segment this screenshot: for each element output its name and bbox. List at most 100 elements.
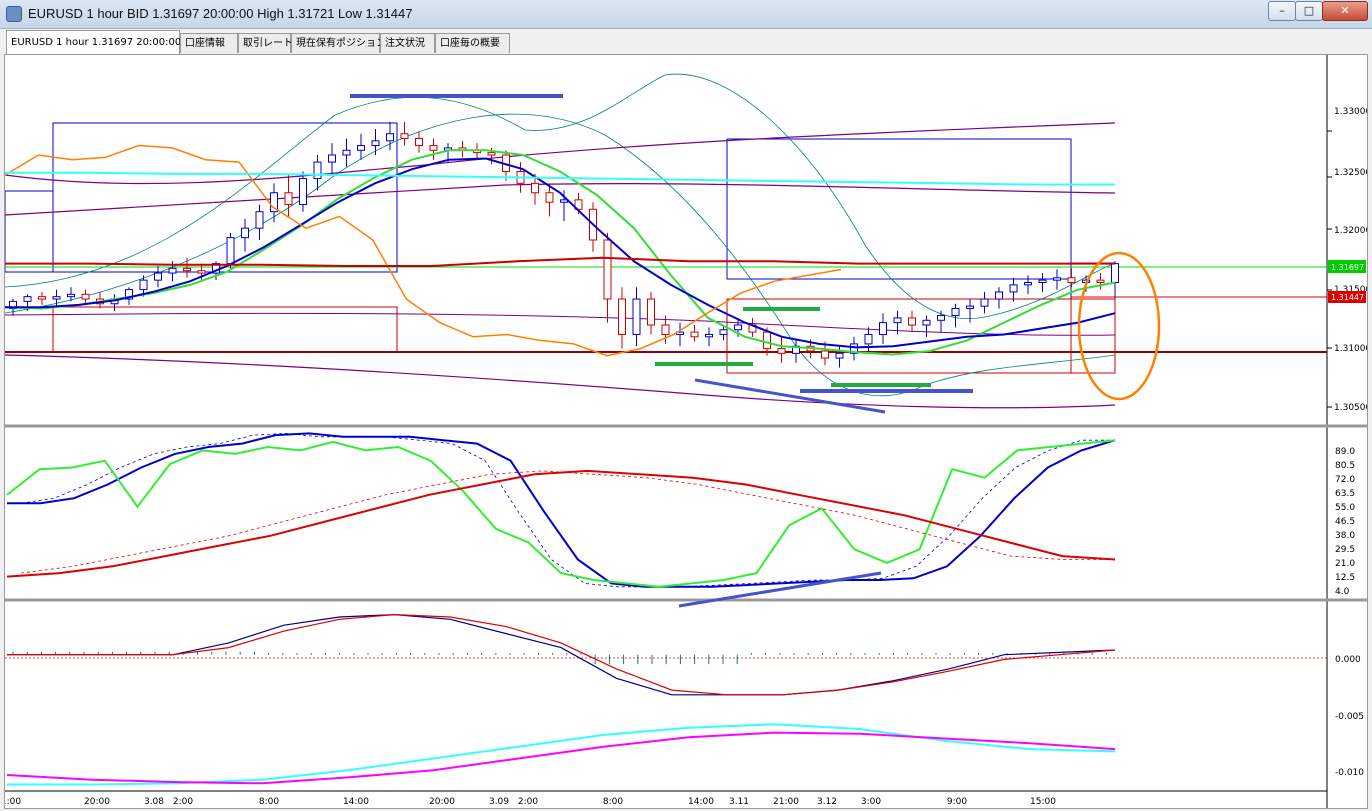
candle-body (400, 133, 409, 139)
stoch-main-line (7, 432, 1116, 588)
candle-body (52, 296, 61, 300)
time-tick-label: 15:00 (1030, 797, 1056, 807)
time-tick-label: 3.12 (817, 797, 837, 807)
candle-body (415, 137, 423, 147)
stoch-tick-label: 12.5 (1335, 573, 1355, 583)
candle-body (835, 352, 844, 359)
candle-body (908, 317, 916, 326)
candle-body (618, 298, 626, 335)
drawn-rect-blue-3[interactable] (726, 138, 1072, 280)
candle-body (1053, 277, 1061, 281)
stoch-red-line (6, 469, 1116, 578)
tab-account-info[interactable]: 口座情報 (180, 33, 238, 53)
candle-body (487, 152, 496, 156)
tab-chart[interactable]: EURUSD 1 hour 1.31697 20:00:00 (6, 30, 181, 54)
time-tick-label: 14:00 (688, 797, 714, 807)
envelope-bottom-line (5, 354, 1116, 409)
ma-blue-line (5, 157, 1116, 349)
candle-body (38, 296, 46, 300)
bollinger-upper-curve (5, 73, 1116, 320)
app-icon (6, 6, 22, 22)
candle-body (893, 317, 902, 324)
time-tick-label: 8:00 (259, 797, 279, 807)
price-axis: 1.33000 1.32500 1.32000 1.31500 1.31000 … (1327, 107, 1367, 413)
candle-body (763, 331, 771, 350)
candle-body (719, 329, 728, 335)
tab-account-summary[interactable]: 口座毎の概要 (435, 33, 510, 53)
price-tick-label: 1.32500 (1334, 168, 1367, 178)
stoch-tick-label: 63.5 (1335, 489, 1355, 499)
stoch-tick-label: 4.0 (1335, 587, 1350, 597)
candle-body (342, 149, 351, 156)
candle-body (168, 267, 177, 274)
time-tick-label: 20:00 (429, 797, 455, 807)
time-tick-label: 9:00 (947, 797, 967, 807)
candle-body (139, 279, 148, 291)
candle-body (995, 291, 1003, 300)
candle-body (966, 305, 974, 309)
candle-body (734, 324, 742, 331)
candle-body (531, 182, 539, 194)
candle-body (197, 270, 206, 274)
candle-body (313, 161, 322, 180)
time-tick-label: 21:00 (773, 797, 799, 807)
chart-canvas[interactable]: 1.33000 1.32500 1.32000 1.31500 1.31000 … (5, 55, 1367, 808)
candle-body (821, 350, 829, 359)
candle-body (647, 298, 655, 326)
candle-body (299, 178, 307, 206)
candle-body (980, 298, 989, 307)
macd-tick-label: 0.000 (1335, 655, 1361, 665)
time-axis: 1:00 20:00 3.08 2:00 8:00 14:00 20:00 3.… (5, 797, 1056, 807)
line-layer (5, 144, 1116, 786)
time-tick-label: 3.09 (489, 797, 509, 807)
time-tick-label: 3:00 (861, 797, 881, 807)
macd-tick-label: -0.005 (1335, 712, 1364, 722)
candle-body (429, 145, 438, 151)
candle-body (386, 133, 394, 142)
candle-body (661, 324, 670, 335)
candle-body (183, 267, 191, 272)
tab-bar: EURUSD 1 hour 1.31697 20:00:00 口座情報 取引レー… (4, 30, 1368, 55)
stoch-tick-label: 72.0 (1335, 475, 1355, 485)
macd-axis: 0.000 -0.005 -0.010 (5, 655, 1364, 778)
stoch-tick-label: 38.0 (1335, 531, 1355, 541)
time-tick-label: 3.11 (729, 797, 749, 807)
time-tick-label: 8:00 (603, 797, 623, 807)
time-tick-label: 2:00 (518, 797, 538, 807)
candle-body (23, 296, 32, 302)
candle-body (864, 333, 873, 345)
stochastic-axis: 89.0 80.5 72.0 63.5 55.0 46.5 38.0 29.5 … (1335, 447, 1355, 597)
envelope-lower-line (5, 312, 1116, 336)
drawn-rect-blue-2[interactable] (5, 190, 54, 273)
price-tick-label: 1.32000 (1334, 226, 1367, 236)
price-tick-label: 1.33000 (1334, 107, 1367, 117)
tab-trade-rates[interactable]: 取引レート (238, 33, 293, 53)
chart-area[interactable]: 1.33000 1.32500 1.32000 1.31500 1.31000 … (4, 54, 1368, 809)
candle-body (67, 293, 75, 298)
candle-body (371, 140, 380, 147)
candle-body (1067, 277, 1076, 284)
ma-green-line (5, 149, 1116, 356)
cyan-line (7, 723, 1116, 786)
candle-body (154, 272, 162, 281)
maximize-button[interactable]: □ (1295, 1, 1323, 21)
close-button[interactable]: ✕ (1322, 1, 1368, 21)
candle-layer (9, 121, 1119, 368)
minimize-button[interactable]: – (1268, 1, 1296, 21)
drawn-rect-red-3[interactable] (1070, 298, 1116, 374)
candle-body (777, 348, 786, 354)
tab-order-status[interactable]: 注文状況 (380, 33, 435, 53)
candle-body (922, 319, 931, 326)
candle-body (255, 211, 264, 229)
stoch-tick-label: 80.5 (1335, 461, 1355, 471)
stoch-tick-label: 29.5 (1335, 545, 1355, 555)
candle-body (705, 333, 713, 338)
tab-open-positions[interactable]: 現在保有ポジション (291, 33, 386, 53)
candle-body (1009, 284, 1018, 293)
candle-body (632, 298, 641, 335)
macd-red (7, 613, 1116, 696)
stoch-tick-label: 46.5 (1335, 517, 1355, 527)
candle-body (951, 307, 960, 317)
time-tick-label: 3.08 (144, 797, 164, 807)
stoch-tick-label: 55.0 (1335, 503, 1355, 513)
